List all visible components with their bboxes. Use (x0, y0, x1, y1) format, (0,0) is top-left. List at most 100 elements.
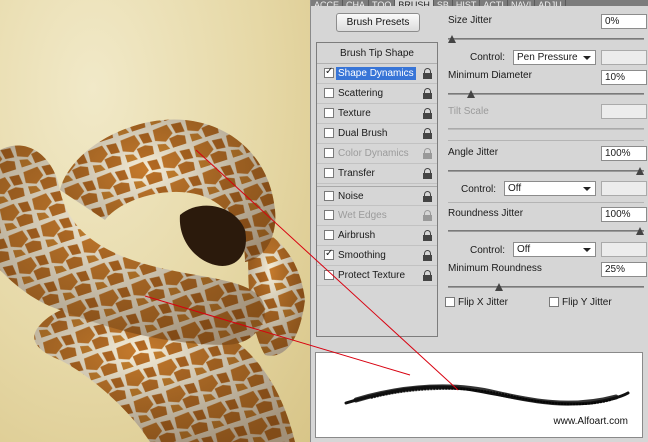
lock-icon[interactable] (423, 250, 432, 261)
control-angle-label: Control: (461, 184, 497, 195)
roundness-jitter-slider[interactable] (636, 227, 644, 236)
transfer-label: Transfer (338, 168, 375, 179)
control-angle-select[interactable]: Off (504, 181, 596, 196)
tab-hist[interactable]: HIST (453, 0, 481, 6)
flip-x-label: Flip X Jitter (458, 297, 509, 308)
lock-icon[interactable] (423, 210, 432, 221)
brush-options-list: Brush Tip Shape Shape Dynamics Scattering… (316, 42, 438, 337)
texture-checkbox[interactable] (324, 108, 334, 118)
list-item-scattering[interactable]: Scattering (317, 84, 437, 104)
noise-checkbox[interactable] (324, 191, 334, 201)
protect-texture-checkbox[interactable] (324, 270, 334, 280)
color-dynamics-label: Color Dynamics (338, 148, 409, 159)
tab-cha[interactable]: CHA (343, 0, 370, 6)
list-item-airbrush[interactable]: Airbrush (317, 226, 437, 246)
watermark-text: www.Alfoart.com (553, 416, 628, 427)
brush-panel: ACCE CHA TOO BRUSH SB HIST ACTI NAVI ADJU Brush … (310, 0, 648, 442)
size-jitter-value[interactable]: 0% (601, 14, 647, 29)
minimum-roundness-track[interactable] (448, 286, 644, 288)
chevron-down-icon (583, 56, 591, 60)
lock-icon[interactable] (423, 168, 432, 179)
brush-presets-button[interactable]: Brush Presets (336, 13, 420, 32)
roundness-jitter-track[interactable] (448, 230, 644, 232)
roundness-jitter-value[interactable]: 100% (601, 207, 647, 222)
lock-icon[interactable] (423, 270, 432, 281)
lock-icon[interactable] (423, 230, 432, 241)
tab-sb[interactable]: SB (434, 0, 453, 6)
size-jitter-label: Size Jitter (448, 15, 492, 26)
list-item-color-dynamics[interactable]: Color Dynamics (317, 144, 437, 164)
scattering-label: Scattering (338, 88, 384, 99)
list-item-dual-brush[interactable]: Dual Brush (317, 124, 437, 144)
list-item-shape-dynamics[interactable]: Shape Dynamics (317, 64, 437, 84)
size-jitter-track[interactable] (448, 38, 644, 40)
angle-jitter-label: Angle Jitter (448, 147, 499, 158)
chevron-down-icon (583, 187, 591, 191)
tab-acce[interactable]: ACCE (311, 0, 344, 6)
dual-brush-label: Dual Brush (338, 128, 388, 139)
control-angle-value: Off (508, 183, 522, 194)
control-roundness-select[interactable]: Off (513, 242, 596, 257)
flip-x-checkbox[interactable] (445, 297, 455, 307)
list-item-protect-texture[interactable]: Protect Texture (317, 266, 437, 286)
lock-icon[interactable] (423, 68, 432, 79)
control-size-extra (601, 50, 647, 65)
lock-icon[interactable] (423, 148, 432, 159)
color-dynamics-checkbox[interactable] (324, 148, 334, 158)
lock-icon[interactable] (423, 128, 432, 139)
shape-dynamics-label: Shape Dynamics (336, 67, 416, 80)
tab-too[interactable]: TOO (369, 0, 396, 6)
flip-y-checkbox[interactable] (549, 297, 559, 307)
wet-edges-checkbox[interactable] (324, 210, 334, 220)
minimum-diameter-slider[interactable] (466, 90, 475, 99)
angle-jitter-value[interactable]: 100% (601, 146, 647, 161)
tab-acti[interactable]: ACTI (480, 0, 508, 6)
tab-adju[interactable]: ADJU (535, 0, 566, 6)
list-item-wet-edges[interactable]: Wet Edges (317, 206, 437, 226)
minimum-roundness-slider[interactable] (495, 283, 503, 292)
divider (448, 202, 644, 203)
angle-jitter-track[interactable] (448, 170, 644, 172)
dual-brush-checkbox[interactable] (324, 128, 334, 138)
minimum-diameter-track[interactable] (448, 93, 644, 95)
control-roundness-extra (601, 242, 647, 257)
wet-edges-label: Wet Edges (338, 210, 387, 221)
angle-jitter-slider[interactable] (636, 167, 644, 176)
divider (448, 140, 644, 141)
flip-y-label: Flip Y Jitter (562, 297, 612, 308)
control-size-label: Control: (470, 52, 506, 63)
control-roundness-value: Off (517, 244, 531, 255)
control-size-select[interactable]: Pen Pressure (513, 50, 596, 65)
tilt-scale-track (448, 128, 644, 130)
noise-label: Noise (338, 191, 364, 202)
lock-icon[interactable] (423, 88, 432, 99)
list-item-smoothing[interactable]: Smoothing (317, 246, 437, 266)
lock-icon[interactable] (423, 191, 432, 202)
shape-dynamics-checkbox[interactable] (324, 66, 334, 78)
list-item-texture[interactable]: Texture (317, 104, 437, 124)
minimum-roundness-value[interactable]: 25% (601, 262, 647, 277)
scattering-checkbox[interactable] (324, 88, 334, 98)
panel-tab-strip: ACCE CHA TOO BRUSH SB HIST ACTI NAVI ADJU (311, 0, 648, 6)
smoothing-label: Smoothing (338, 250, 386, 261)
list-item-noise[interactable]: Noise (317, 186, 437, 206)
lock-icon[interactable] (423, 108, 432, 119)
brush-stroke-preview: www.Alfoart.com (315, 352, 643, 438)
protect-texture-label: Protect Texture (338, 270, 406, 281)
airbrush-label: Airbrush (338, 230, 376, 241)
tilt-scale-value (601, 104, 647, 119)
control-angle-extra (601, 181, 647, 196)
brush-tip-shape-item[interactable]: Brush Tip Shape (317, 43, 437, 64)
airbrush-checkbox[interactable] (324, 230, 334, 240)
minimum-roundness-label: Minimum Roundness (448, 263, 542, 274)
tab-navi[interactable]: NAVI (508, 0, 536, 6)
control-roundness-label: Control: (470, 245, 506, 256)
tab-brush[interactable]: BRUSH (395, 0, 434, 6)
transfer-checkbox[interactable] (324, 168, 334, 178)
list-item-transfer[interactable]: Transfer (317, 164, 437, 184)
smoothing-checkbox[interactable] (324, 248, 334, 260)
giraffe-neck-illustration (0, 119, 305, 442)
size-jitter-slider[interactable] (448, 35, 456, 44)
minimum-diameter-label: Minimum Diameter (448, 70, 532, 81)
minimum-diameter-value[interactable]: 10% (601, 70, 647, 85)
